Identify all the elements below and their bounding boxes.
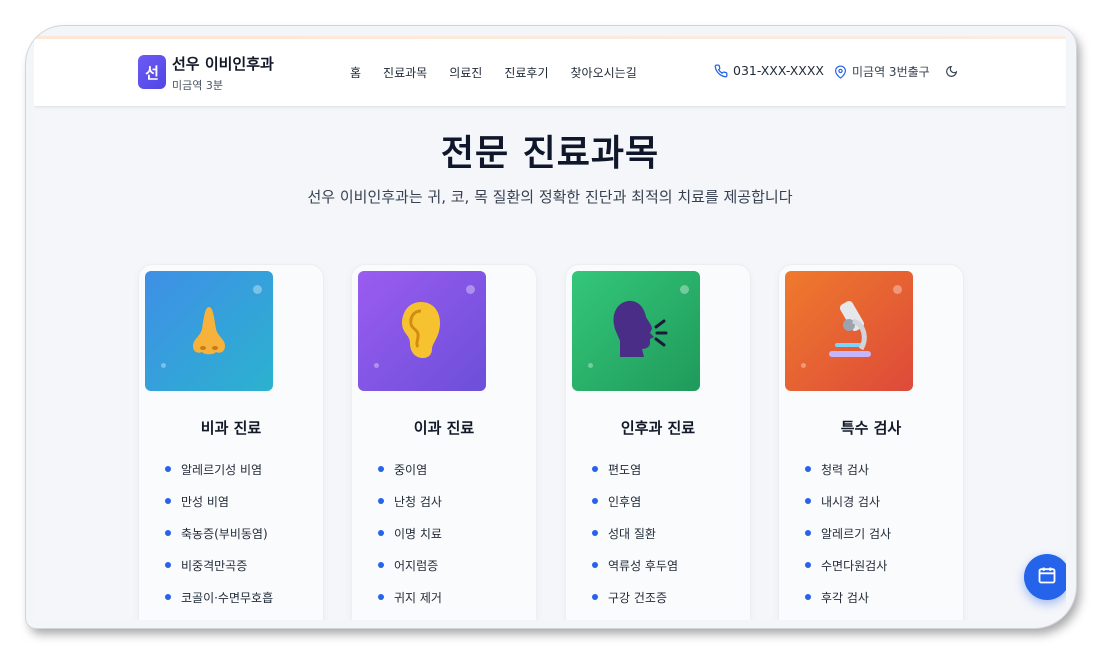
list-item: 내시경 검사 [805,493,891,525]
brand-subtitle: 미금역 3분 [172,79,223,92]
phone-icon [714,64,728,78]
card-item-list: 중이염 난청 검사 이명 치료 어지럼증 귀지 제거 [378,461,442,620]
site-header: 선 선우 이비인후과 미금역 3분 홈 진료과목 의료진 진료후기 찾아오시는길… [34,36,1066,107]
list-item: 수면다원검사 [805,557,891,589]
card-item-list: 청력 검사 내시경 검사 알레르기 검사 수면다원검사 후각 검사 [805,461,891,620]
card-item-list: 편도염 인후염 성대 질환 역류성 후두염 구강 건조증 [592,461,678,620]
logo-badge[interactable]: 선 [138,55,166,89]
nose-icon [185,303,233,363]
list-item: 역류성 후두염 [592,557,678,589]
list-item: 비중격만곡증 [165,557,273,589]
list-item: 성대 질환 [592,525,678,557]
nav-item-doctors[interactable]: 의료진 [449,64,482,81]
microscope-icon [823,297,879,365]
calendar-icon [1037,565,1057,589]
service-card-nose[interactable]: 비과 진료 알레르기성 비염 만성 비염 축농증(부비동염) 비중격만곡증 코골… [138,264,324,620]
service-card-throat[interactable]: 인후과 진료 편도염 인후염 성대 질환 역류성 후두염 구강 건조증 [565,264,751,620]
list-item: 알레르기 검사 [805,525,891,557]
list-item: 청력 검사 [805,461,891,493]
card-title: 이과 진료 [413,419,475,437]
nav-item-directions[interactable]: 찾아오시는길 [571,64,637,81]
moon-icon [945,63,958,82]
list-item: 만성 비염 [165,493,273,525]
nav-item-home[interactable]: 홈 [350,64,361,81]
list-item: 난청 검사 [378,493,442,525]
list-item: 후각 검사 [805,589,891,620]
card-image [358,271,486,391]
list-item: 코골이·수면무호흡 [165,589,273,620]
card-title: 비과 진료 [200,419,262,437]
location-link[interactable]: 미금역 3번출구 [834,63,930,80]
ear-icon [398,299,444,365]
list-item: 중이염 [378,461,442,493]
list-item: 귀지 제거 [378,589,442,620]
service-card-tests[interactable]: 특수 검사 청력 검사 내시경 검사 알레르기 검사 수면다원검사 후각 검사 [778,264,964,620]
card-title: 특수 검사 [840,419,902,437]
booking-fab-button[interactable] [1024,554,1066,600]
service-card-ear[interactable]: 이과 진료 중이염 난청 검사 이명 치료 어지럼증 귀지 제거 [351,264,537,620]
throat-icon [608,297,668,365]
section-subtitle: 선우 이비인후과는 귀, 코, 목 질환의 정확한 진단과 최적의 치료를 제공… [307,188,793,206]
list-item: 축농증(부비동염) [165,525,273,557]
card-image [572,271,700,391]
card-title: 인후과 진료 [620,419,696,437]
list-item: 이명 치료 [378,525,442,557]
nav-item-reviews[interactable]: 진료후기 [504,64,548,81]
map-pin-icon [834,65,847,79]
list-item: 편도염 [592,461,678,493]
list-item: 알레르기성 비염 [165,461,273,493]
list-item: 인후염 [592,493,678,525]
phone-link[interactable]: 031-XXX-XXXX [714,63,824,78]
card-item-list: 알레르기성 비염 만성 비염 축농증(부비동염) 비중격만곡증 코골이·수면무호… [165,461,273,620]
screenshot-frame: 선 선우 이비인후과 미금역 3분 홈 진료과목 의료진 진료후기 찾아오시는길… [26,26,1076,628]
brand-name[interactable]: 선우 이비인후과 [172,53,274,74]
section-title: 전문 진료과목 [440,133,660,174]
card-image [785,271,913,391]
list-item: 어지럼증 [378,557,442,589]
dark-mode-toggle[interactable] [942,63,960,81]
card-image [145,271,273,391]
list-item: 구강 건조증 [592,589,678,620]
main-nav: 홈 진료과목 의료진 진료후기 찾아오시는길 [350,64,659,81]
phone-number: 031-XXX-XXXX [733,63,824,78]
nav-item-departments[interactable]: 진료과목 [383,64,427,81]
page: 선 선우 이비인후과 미금역 3분 홈 진료과목 의료진 진료후기 찾아오시는길… [34,36,1066,620]
location-text: 미금역 3번출구 [852,65,930,79]
